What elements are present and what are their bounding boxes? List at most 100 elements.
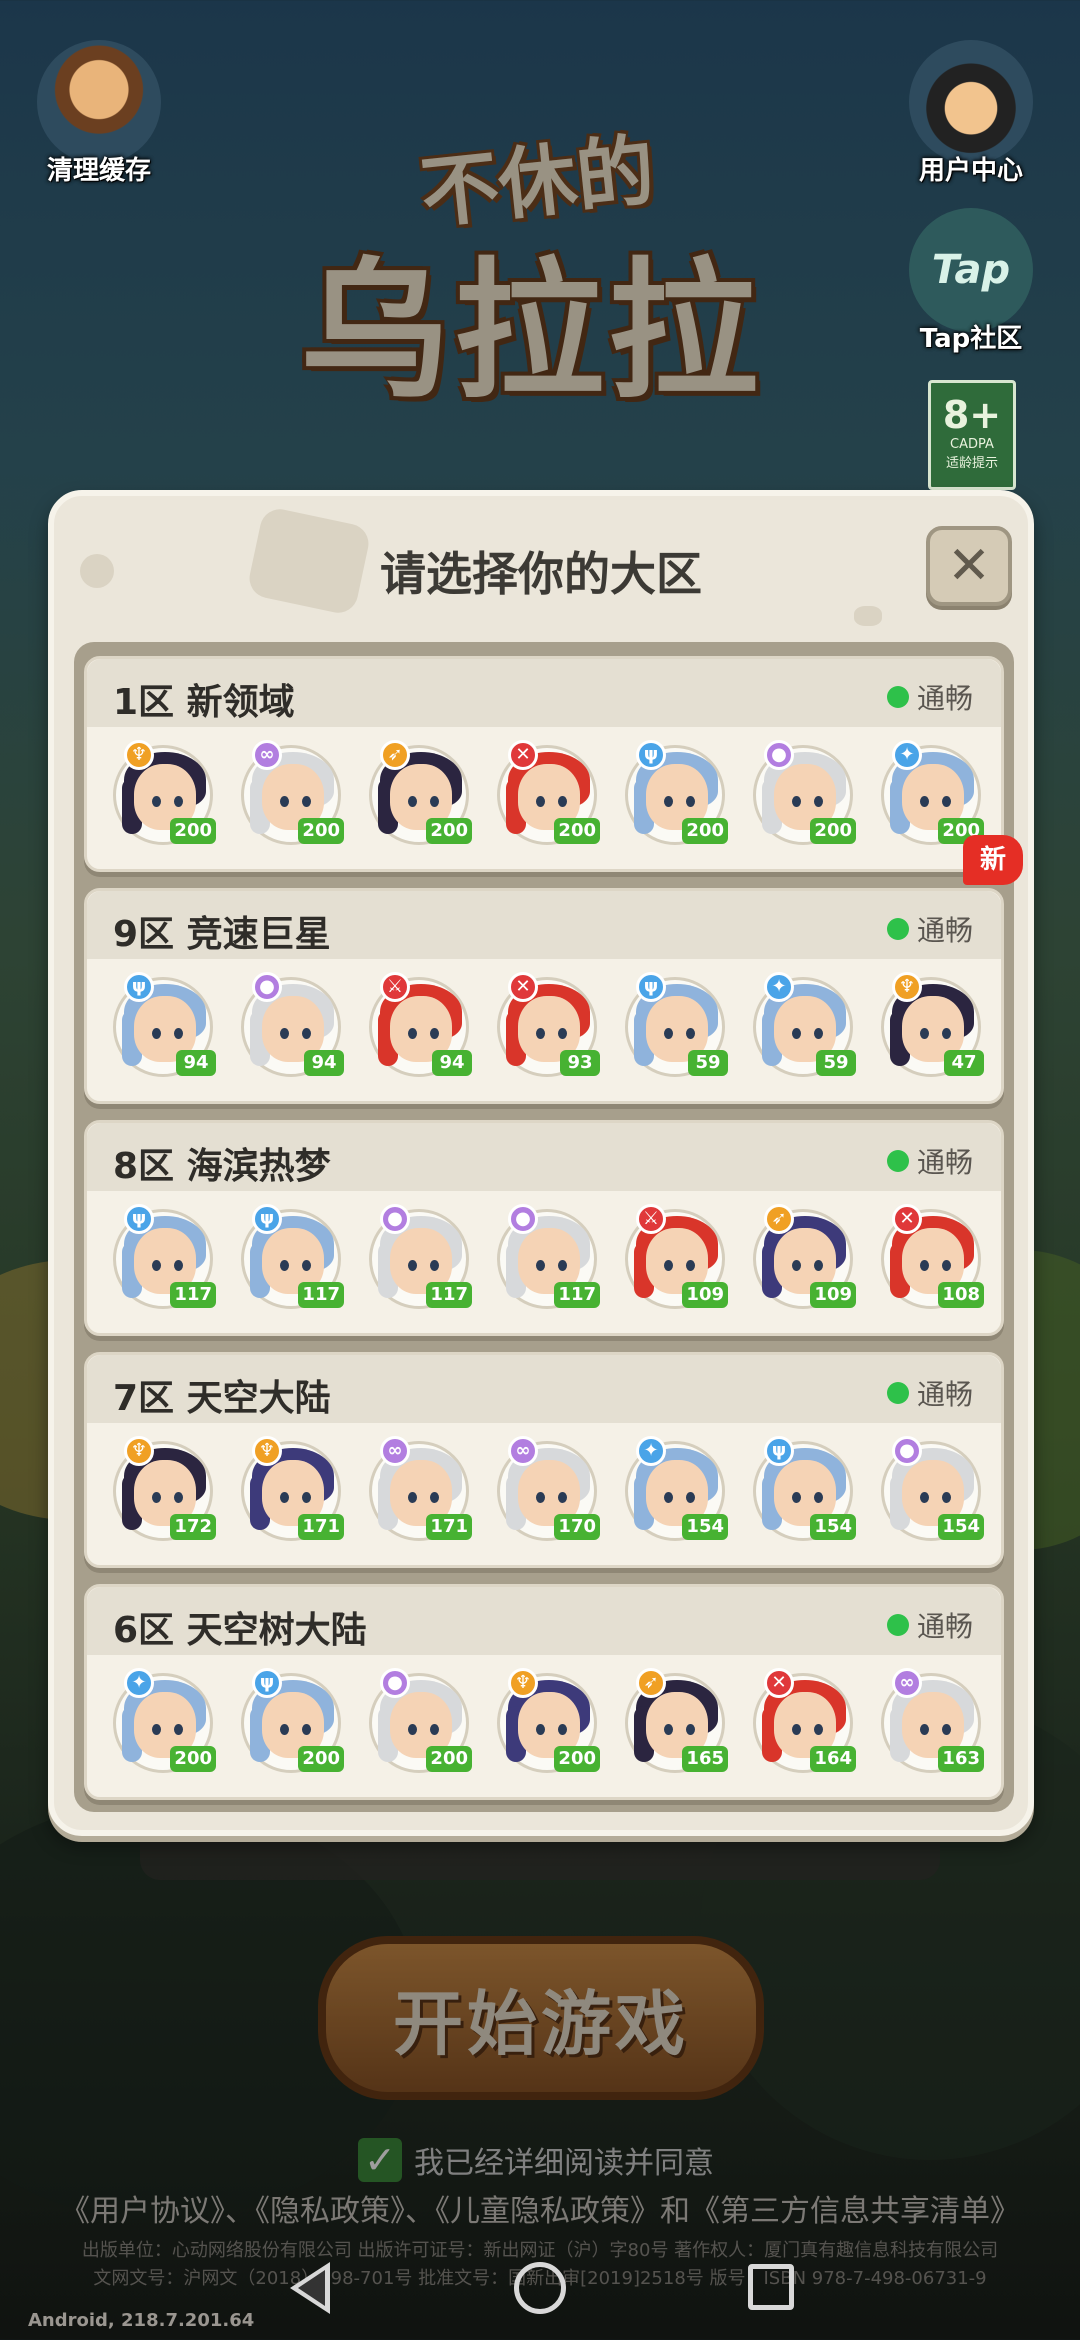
- character-avatar: ➶ 200: [369, 740, 472, 845]
- new-server-badge: 新: [963, 835, 1023, 885]
- recent-apps-icon[interactable]: [748, 2264, 794, 2310]
- character-avatar: ● 154: [881, 1436, 984, 1541]
- home-icon[interactable]: [514, 2262, 566, 2314]
- character-avatar: ♆ 172: [113, 1436, 216, 1541]
- character-avatar: ● 200: [369, 1668, 472, 1773]
- character-avatar: ∞ 163: [881, 1668, 984, 1773]
- class-wand-icon: ✦: [124, 1668, 154, 1698]
- eye-shape: [302, 1028, 311, 1039]
- eye-shape: [430, 1260, 439, 1271]
- class-staff-icon: ψ: [124, 972, 154, 1002]
- eye-shape: [174, 1028, 183, 1039]
- character-avatars: ✦ 200 ψ 200 ● 200 ♆ 200 ➶ 165 ✕ 164 ∞ 163: [113, 1668, 993, 1783]
- class-axe-icon: ✕: [892, 1204, 922, 1234]
- server-status-label: 通畅: [916, 682, 973, 715]
- level-badge: 200: [810, 818, 856, 844]
- server-list[interactable]: 1区 新领域 通畅 ♆ 200 ∞ 200 ➶ 200 ✕ 200 ψ 200 ● 200 ✦ 200 新 9区 …: [74, 642, 1023, 1812]
- eye-shape: [174, 1492, 183, 1503]
- server-status: 通畅: [886, 1373, 973, 1413]
- eye-shape: [280, 1028, 289, 1039]
- class-axe-icon: ✕: [508, 972, 538, 1002]
- character-avatar: ➶ 165: [625, 1668, 728, 1773]
- class-fire-icon: ♆: [124, 740, 154, 770]
- level-badge: 200: [554, 818, 600, 844]
- level-badge: 94: [176, 1050, 216, 1076]
- eye-shape: [280, 1492, 289, 1503]
- eye-shape: [920, 796, 929, 807]
- eye-shape: [536, 1724, 545, 1735]
- clear-cache-button[interactable]: 清理缓存: [24, 40, 174, 187]
- character-avatar: ♆ 171: [241, 1436, 344, 1541]
- class-arrow-icon: ➶: [764, 1204, 794, 1234]
- server-status-label: 通畅: [916, 1146, 973, 1179]
- character-avatars: ψ 117 ψ 117 ● 117 ● 117 ⚔ 109 ➶ 109 ✕ 108: [113, 1204, 993, 1319]
- server-status: 通畅: [886, 1605, 973, 1645]
- eye-shape: [814, 1724, 823, 1735]
- eye-shape: [302, 1492, 311, 1503]
- server-card-header: 6区 天空树大陆 通畅: [87, 1587, 1001, 1655]
- eye-shape: [152, 796, 161, 807]
- class-fire-icon: ♆: [252, 1436, 282, 1466]
- server-card[interactable]: 8区 海滨热梦 通畅 ψ 117 ψ 117 ● 117 ● 117 ⚔ 109 ➶ 109 ✕ 108: [84, 1120, 1004, 1336]
- class-staff-icon: ψ: [636, 972, 666, 1002]
- character-avatar: ● 200: [753, 740, 856, 845]
- server-name: 8区 海滨热梦: [113, 1146, 331, 1187]
- server-card[interactable]: 6区 天空树大陆 通畅 ✦ 200 ψ 200 ● 200 ♆ 200 ➶ 165 ✕ 164 ∞ 163: [84, 1584, 1004, 1800]
- class-staff-icon: ψ: [764, 1436, 794, 1466]
- character-avatar: ♆ 200: [113, 740, 216, 845]
- level-badge: 200: [682, 818, 728, 844]
- age-rating-badge: 8+ CADPA 适龄提示: [928, 380, 1016, 490]
- user-center-label: 用户中心: [918, 156, 1023, 186]
- server-card[interactable]: 9区 竞速巨星 通畅 ψ 94 ● 94 ⚔ 94 ✕ 93 ψ 59 ✦ 59 ♆ 47: [84, 888, 1004, 1104]
- character-avatar: ● 94: [241, 972, 344, 1077]
- server-card-header: 9区 竞速巨星 通畅: [87, 891, 1001, 959]
- eye-shape: [536, 796, 545, 807]
- status-dot-icon: [886, 1382, 909, 1404]
- level-badge: 108: [938, 1282, 984, 1308]
- eye-shape: [152, 1724, 161, 1735]
- level-badge: 172: [170, 1514, 216, 1540]
- class-orb-icon: ●: [380, 1668, 410, 1698]
- eye-shape: [430, 1028, 439, 1039]
- character-avatar: ⚔ 109: [625, 1204, 728, 1309]
- close-button[interactable]: ✕: [926, 526, 1012, 606]
- class-orb-icon: ●: [892, 1436, 922, 1466]
- character-avatars: ♆ 172 ♆ 171 ∞ 171 ∞ 170 ✦ 154 ψ 154 ● 154: [113, 1436, 993, 1551]
- level-badge: 154: [810, 1514, 856, 1540]
- tap-community-button[interactable]: Tap Tap社区: [896, 208, 1046, 355]
- user-center-button[interactable]: 用户中心: [896, 40, 1046, 187]
- character-avatars: ψ 94 ● 94 ⚔ 94 ✕ 93 ψ 59 ✦ 59 ♆ 47: [113, 972, 993, 1087]
- level-badge: 154: [938, 1514, 984, 1540]
- class-wand-icon: ✦: [764, 972, 794, 1002]
- age-note: 适龄提示: [945, 456, 998, 471]
- eye-shape: [152, 1028, 161, 1039]
- eye-shape: [280, 1724, 289, 1735]
- eye-shape: [430, 796, 439, 807]
- eye-shape: [792, 1492, 801, 1503]
- server-card[interactable]: 1区 新领域 通畅 ♆ 200 ∞ 200 ➶ 200 ✕ 200 ψ 200 ● 200 ✦ 200 新: [84, 656, 1023, 885]
- eye-shape: [942, 1260, 951, 1271]
- server-card-header: 8区 海滨热梦 通畅: [87, 1123, 1001, 1191]
- level-badge: 117: [426, 1282, 472, 1308]
- status-dot-icon: [886, 1150, 909, 1172]
- status-dot-icon: [886, 686, 909, 708]
- class-fire-icon: ♆: [508, 1668, 538, 1698]
- level-badge: 200: [298, 818, 344, 844]
- eye-shape: [558, 1028, 567, 1039]
- server-card[interactable]: 7区 天空大陆 通畅 ♆ 172 ♆ 171 ∞ 171 ∞ 170 ✦ 154 ψ 154 ● 154: [84, 1352, 1004, 1568]
- avatar-icon: [909, 40, 1033, 164]
- eye-shape: [536, 1492, 545, 1503]
- back-icon[interactable]: [290, 2262, 330, 2314]
- class-axe-icon: ✕: [508, 740, 538, 770]
- character-avatar: ⚔ 94: [369, 972, 472, 1077]
- eye-shape: [664, 1260, 673, 1271]
- character-avatar: ✦ 200: [881, 740, 984, 845]
- eye-shape: [408, 1260, 417, 1271]
- character-avatar: ψ 94: [113, 972, 216, 1077]
- eye-shape: [814, 796, 823, 807]
- level-badge: 164: [810, 1746, 856, 1772]
- eye-shape: [664, 1028, 673, 1039]
- server-card-header: 1区 新领域 通畅: [87, 659, 1001, 727]
- eye-shape: [174, 1260, 183, 1271]
- class-wind-icon: ∞: [892, 1668, 922, 1698]
